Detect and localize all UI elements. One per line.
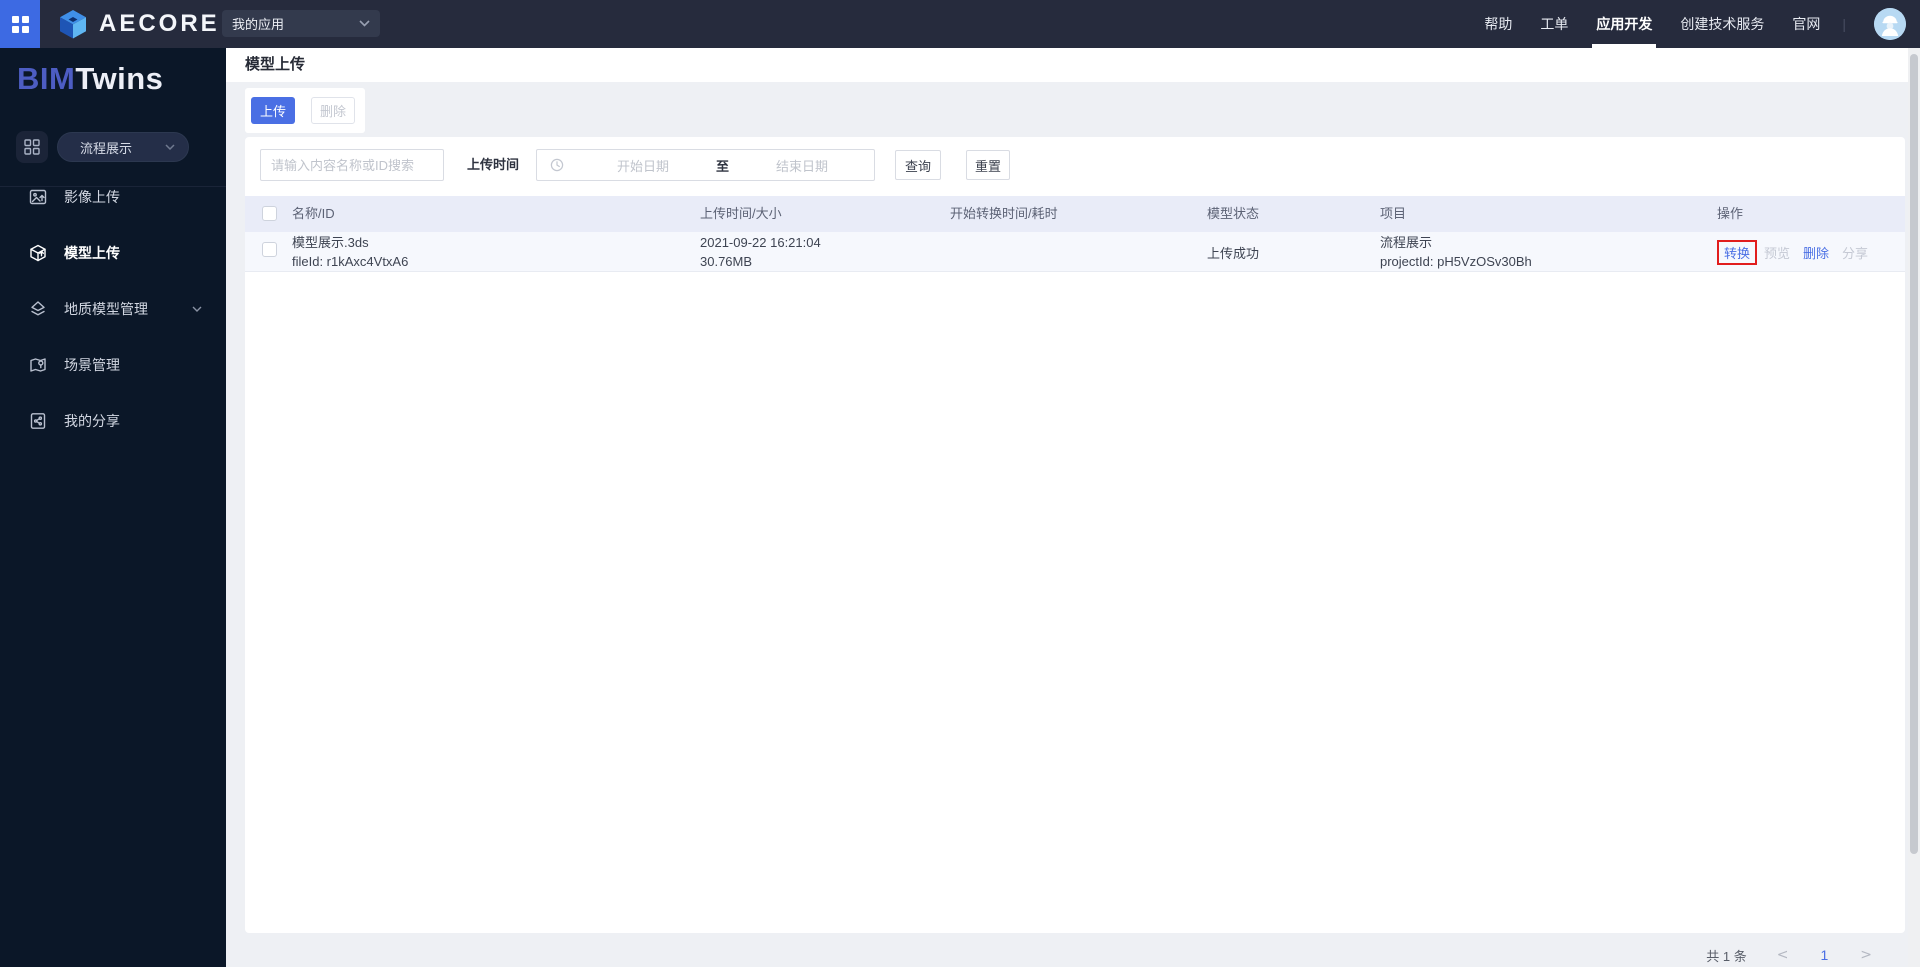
geology-model-icon <box>28 299 48 319</box>
table-header: 名称/ID 上传时间/大小 开始转换时间/耗时 模型状态 项目 操作 <box>245 196 1905 232</box>
main-area: 模型上传 上传 删除 上传时间 开始日期 至 结束日期 <box>226 48 1920 967</box>
project-id: projectId: pH5VzOSv30Bh <box>1380 254 1532 269</box>
sidebar-logo: BIMTwins <box>17 61 163 97</box>
topnav-official-site[interactable]: 官网 <box>1778 0 1834 48</box>
project-name: 流程展示 <box>1380 235 1433 250</box>
col-convert-time: 开始转换时间/耗时 <box>950 206 1058 221</box>
pagination: 共 1 条 < 1 > <box>1706 943 1878 967</box>
scrollbar-thumb[interactable] <box>1910 54 1918 854</box>
chevron-down-icon <box>359 20 370 27</box>
sidebar-item-scene-manage[interactable]: 场景管理 <box>0 337 226 393</box>
clock-icon <box>550 158 564 172</box>
brand-cube-icon <box>56 7 90 41</box>
date-range-picker[interactable]: 开始日期 至 结束日期 <box>536 149 875 181</box>
project-select-value: 流程展示 <box>80 140 133 156</box>
search-input[interactable] <box>260 149 444 181</box>
prev-page-button[interactable]: < <box>1771 947 1795 963</box>
reset-button[interactable]: 重置 <box>966 150 1010 180</box>
preview-action-link[interactable]: 预览 <box>1764 243 1790 262</box>
file-id: fileId: r1kAxc4VtxA6 <box>292 254 409 269</box>
col-model-status: 模型状态 <box>1207 206 1260 221</box>
col-actions: 操作 <box>1717 206 1744 221</box>
highlight-box: 转换 <box>1717 239 1758 265</box>
toolbar-panel: 上传 删除 <box>245 88 365 133</box>
chevron-down-icon <box>192 306 202 312</box>
table-row: 模型展示.3ds fileId: r1kAxc4VtxA6 2021-09-22… <box>245 232 1905 272</box>
user-avatar[interactable] <box>1874 8 1906 40</box>
file-size: 30.76MB <box>700 254 753 269</box>
filter-row: 上传时间 开始日期 至 结束日期 查询 重置 <box>245 149 1905 181</box>
share-action-link[interactable]: 分享 <box>1842 243 1868 262</box>
image-upload-icon <box>28 187 48 207</box>
sidebar-item-geology-model[interactable]: 地质模型管理 <box>0 281 226 337</box>
upload-time: 2021-09-22 16:21:04 <box>700 235 821 250</box>
topnav-help[interactable]: 帮助 <box>1470 0 1526 48</box>
pagination-total: 共 1 条 <box>1706 948 1747 964</box>
page-title-bar: 模型上传 <box>226 48 1920 82</box>
topnav-workorder[interactable]: 工单 <box>1526 0 1582 48</box>
chevron-down-icon <box>165 144 175 150</box>
col-project: 项目 <box>1380 206 1407 221</box>
topnav-app-dev[interactable]: 应用开发 <box>1582 0 1666 48</box>
topnav: 帮助 工单 应用开发 创建技术服务 官网 | <box>1470 0 1854 48</box>
brand[interactable]: AECORE <box>56 0 220 48</box>
app-page: AECORE 我的应用 帮助 工单 应用开发 创建技术服务 官网 | BIMTw… <box>0 0 1920 967</box>
end-date-placeholder[interactable]: 结束日期 <box>747 156 857 175</box>
row-actions: 转换 预览 删除 分享 <box>1717 232 1868 272</box>
sidebar-menu: 影像上传 模型上传 地质模型管理 场景管理 我的分享 <box>0 169 226 449</box>
app-grid-icon <box>24 139 40 155</box>
apps-grid-button[interactable] <box>0 0 40 48</box>
sidebar-item-label: 模型上传 <box>64 245 120 261</box>
project-select[interactable]: 流程展示 <box>57 132 189 162</box>
upload-button[interactable]: 上传 <box>251 97 295 124</box>
content-card: 上传时间 开始日期 至 结束日期 查询 重置 名称/ID <box>245 137 1905 933</box>
sidebar-item-label: 地质模型管理 <box>64 301 148 317</box>
scrollbar-track[interactable] <box>1908 48 1920 967</box>
upload-time-label: 上传时间 <box>467 157 520 172</box>
topnav-tech-service[interactable]: 创建技术服务 <box>1666 0 1778 48</box>
current-page-number[interactable]: 1 <box>1820 947 1828 963</box>
apps-grid-icon <box>11 15 29 33</box>
sidebar-app-switch-row: 流程展示 <box>0 122 226 172</box>
page-title: 模型上传 <box>245 56 306 73</box>
sidebar-logo-bim: BIM <box>17 61 76 96</box>
sidebar-item-model-upload[interactable]: 模型上传 <box>0 225 226 281</box>
start-date-placeholder[interactable]: 开始日期 <box>588 156 698 175</box>
brand-name: AECORE <box>99 10 220 37</box>
delete-button[interactable]: 删除 <box>311 97 355 124</box>
model-name: 模型展示.3ds <box>292 235 369 250</box>
engineer-avatar-icon <box>1874 8 1906 40</box>
my-share-icon <box>28 411 48 431</box>
sidebar-item-image-upload[interactable]: 影像上传 <box>0 169 226 225</box>
topbar: AECORE 我的应用 帮助 工单 应用开发 创建技术服务 官网 | <box>0 0 1920 48</box>
model-upload-icon <box>28 243 48 263</box>
date-to-label: 至 <box>716 158 730 174</box>
query-button[interactable]: 查询 <box>895 150 941 180</box>
sidebar-item-label: 场景管理 <box>64 357 120 373</box>
status-text: 上传成功 <box>1207 245 1260 261</box>
topnav-divider: | <box>1842 16 1846 32</box>
delete-action-link[interactable]: 删除 <box>1803 243 1829 262</box>
col-upload-time-size: 上传时间/大小 <box>700 206 782 221</box>
select-all-checkbox[interactable] <box>262 206 277 221</box>
sidebar-item-label: 我的分享 <box>64 413 120 429</box>
sidebar: BIMTwins 流程展示 影像上传 模型上传 地质模型管理 场景管理 我的分享 <box>0 48 226 967</box>
next-page-button[interactable]: > <box>1854 947 1878 963</box>
row-checkbox[interactable] <box>262 242 277 257</box>
app-select[interactable]: 我的应用 <box>222 10 380 37</box>
scene-manage-icon <box>28 355 48 375</box>
sidebar-item-my-share[interactable]: 我的分享 <box>0 393 226 449</box>
app-grid-button[interactable] <box>16 131 48 163</box>
convert-action-link[interactable]: 转换 <box>1724 246 1750 261</box>
sidebar-item-label: 影像上传 <box>64 189 120 205</box>
sidebar-logo-twins: Twins <box>75 61 164 96</box>
app-select-value: 我的应用 <box>232 17 285 32</box>
col-name-id: 名称/ID <box>292 206 335 221</box>
